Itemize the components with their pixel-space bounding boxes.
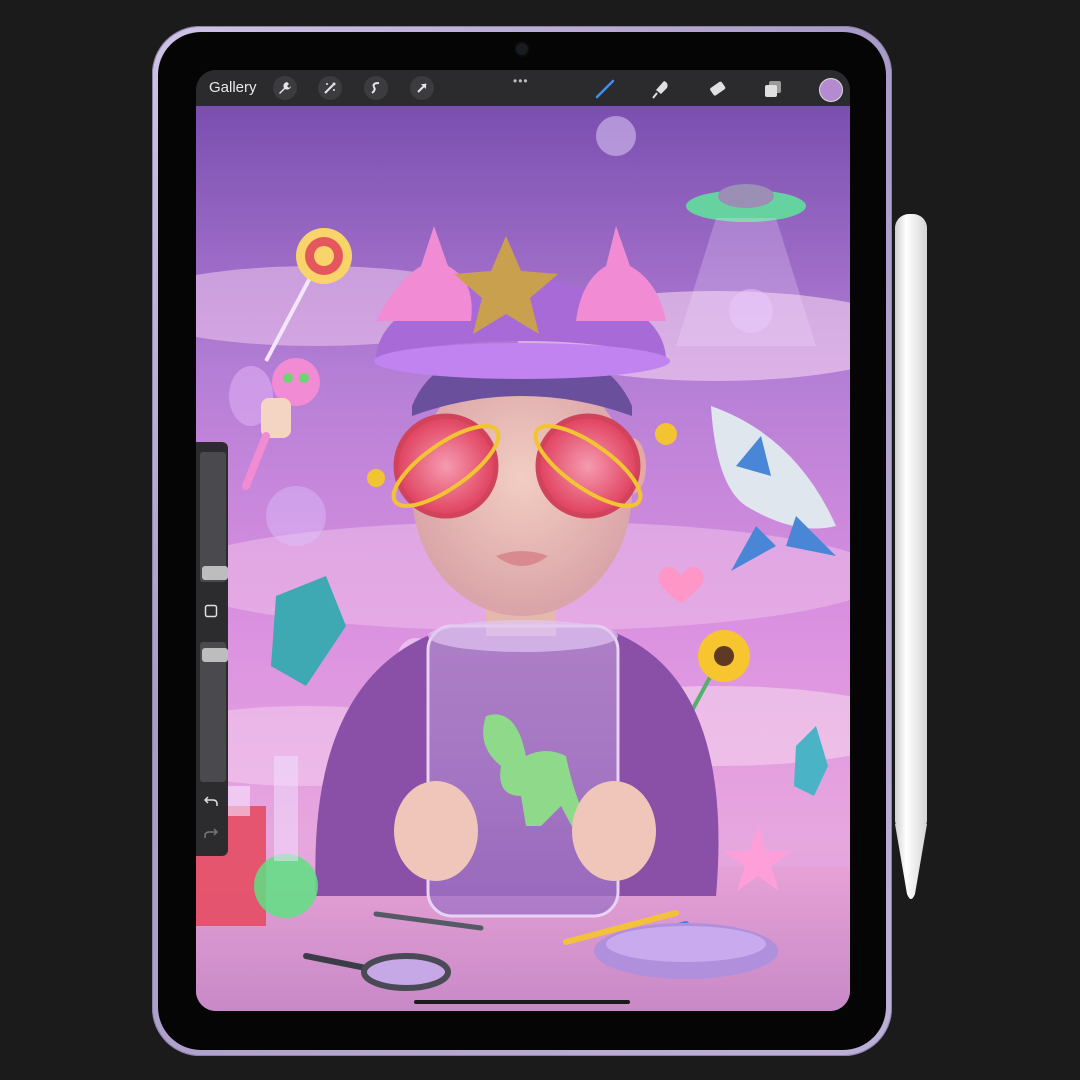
opacity-slider[interactable] [200, 642, 228, 782]
brush-icon[interactable] [594, 78, 616, 100]
layers-icon[interactable] [762, 78, 784, 100]
undo-icon[interactable] [202, 792, 220, 810]
brush-size-slider[interactable] [200, 452, 228, 582]
square-icon[interactable] [202, 602, 220, 620]
more-options-icon[interactable]: ••• [513, 74, 529, 88]
selection-icon[interactable] [364, 76, 388, 100]
gallery-button[interactable]: Gallery [209, 79, 257, 96]
wrench-icon[interactable] [273, 76, 297, 100]
opacity-thumb[interactable] [202, 648, 228, 662]
top-toolbar: Gallery ••• [196, 70, 850, 106]
app-screen: Gallery ••• [196, 70, 850, 1011]
brush-sidebar [196, 442, 228, 856]
redo-icon[interactable] [202, 824, 220, 842]
magic-wand-icon[interactable] [318, 76, 342, 100]
brush-size-thumb[interactable] [202, 566, 228, 580]
transform-arrow-icon[interactable] [410, 76, 434, 100]
color-picker-swatch[interactable] [819, 78, 843, 102]
drawing-canvas[interactable] [196, 106, 850, 1011]
stylus-pencil [895, 214, 927, 899]
front-camera [516, 43, 528, 55]
eraser-icon[interactable] [706, 78, 728, 100]
smudge-icon[interactable] [650, 78, 672, 100]
home-indicator[interactable] [414, 1000, 630, 1004]
